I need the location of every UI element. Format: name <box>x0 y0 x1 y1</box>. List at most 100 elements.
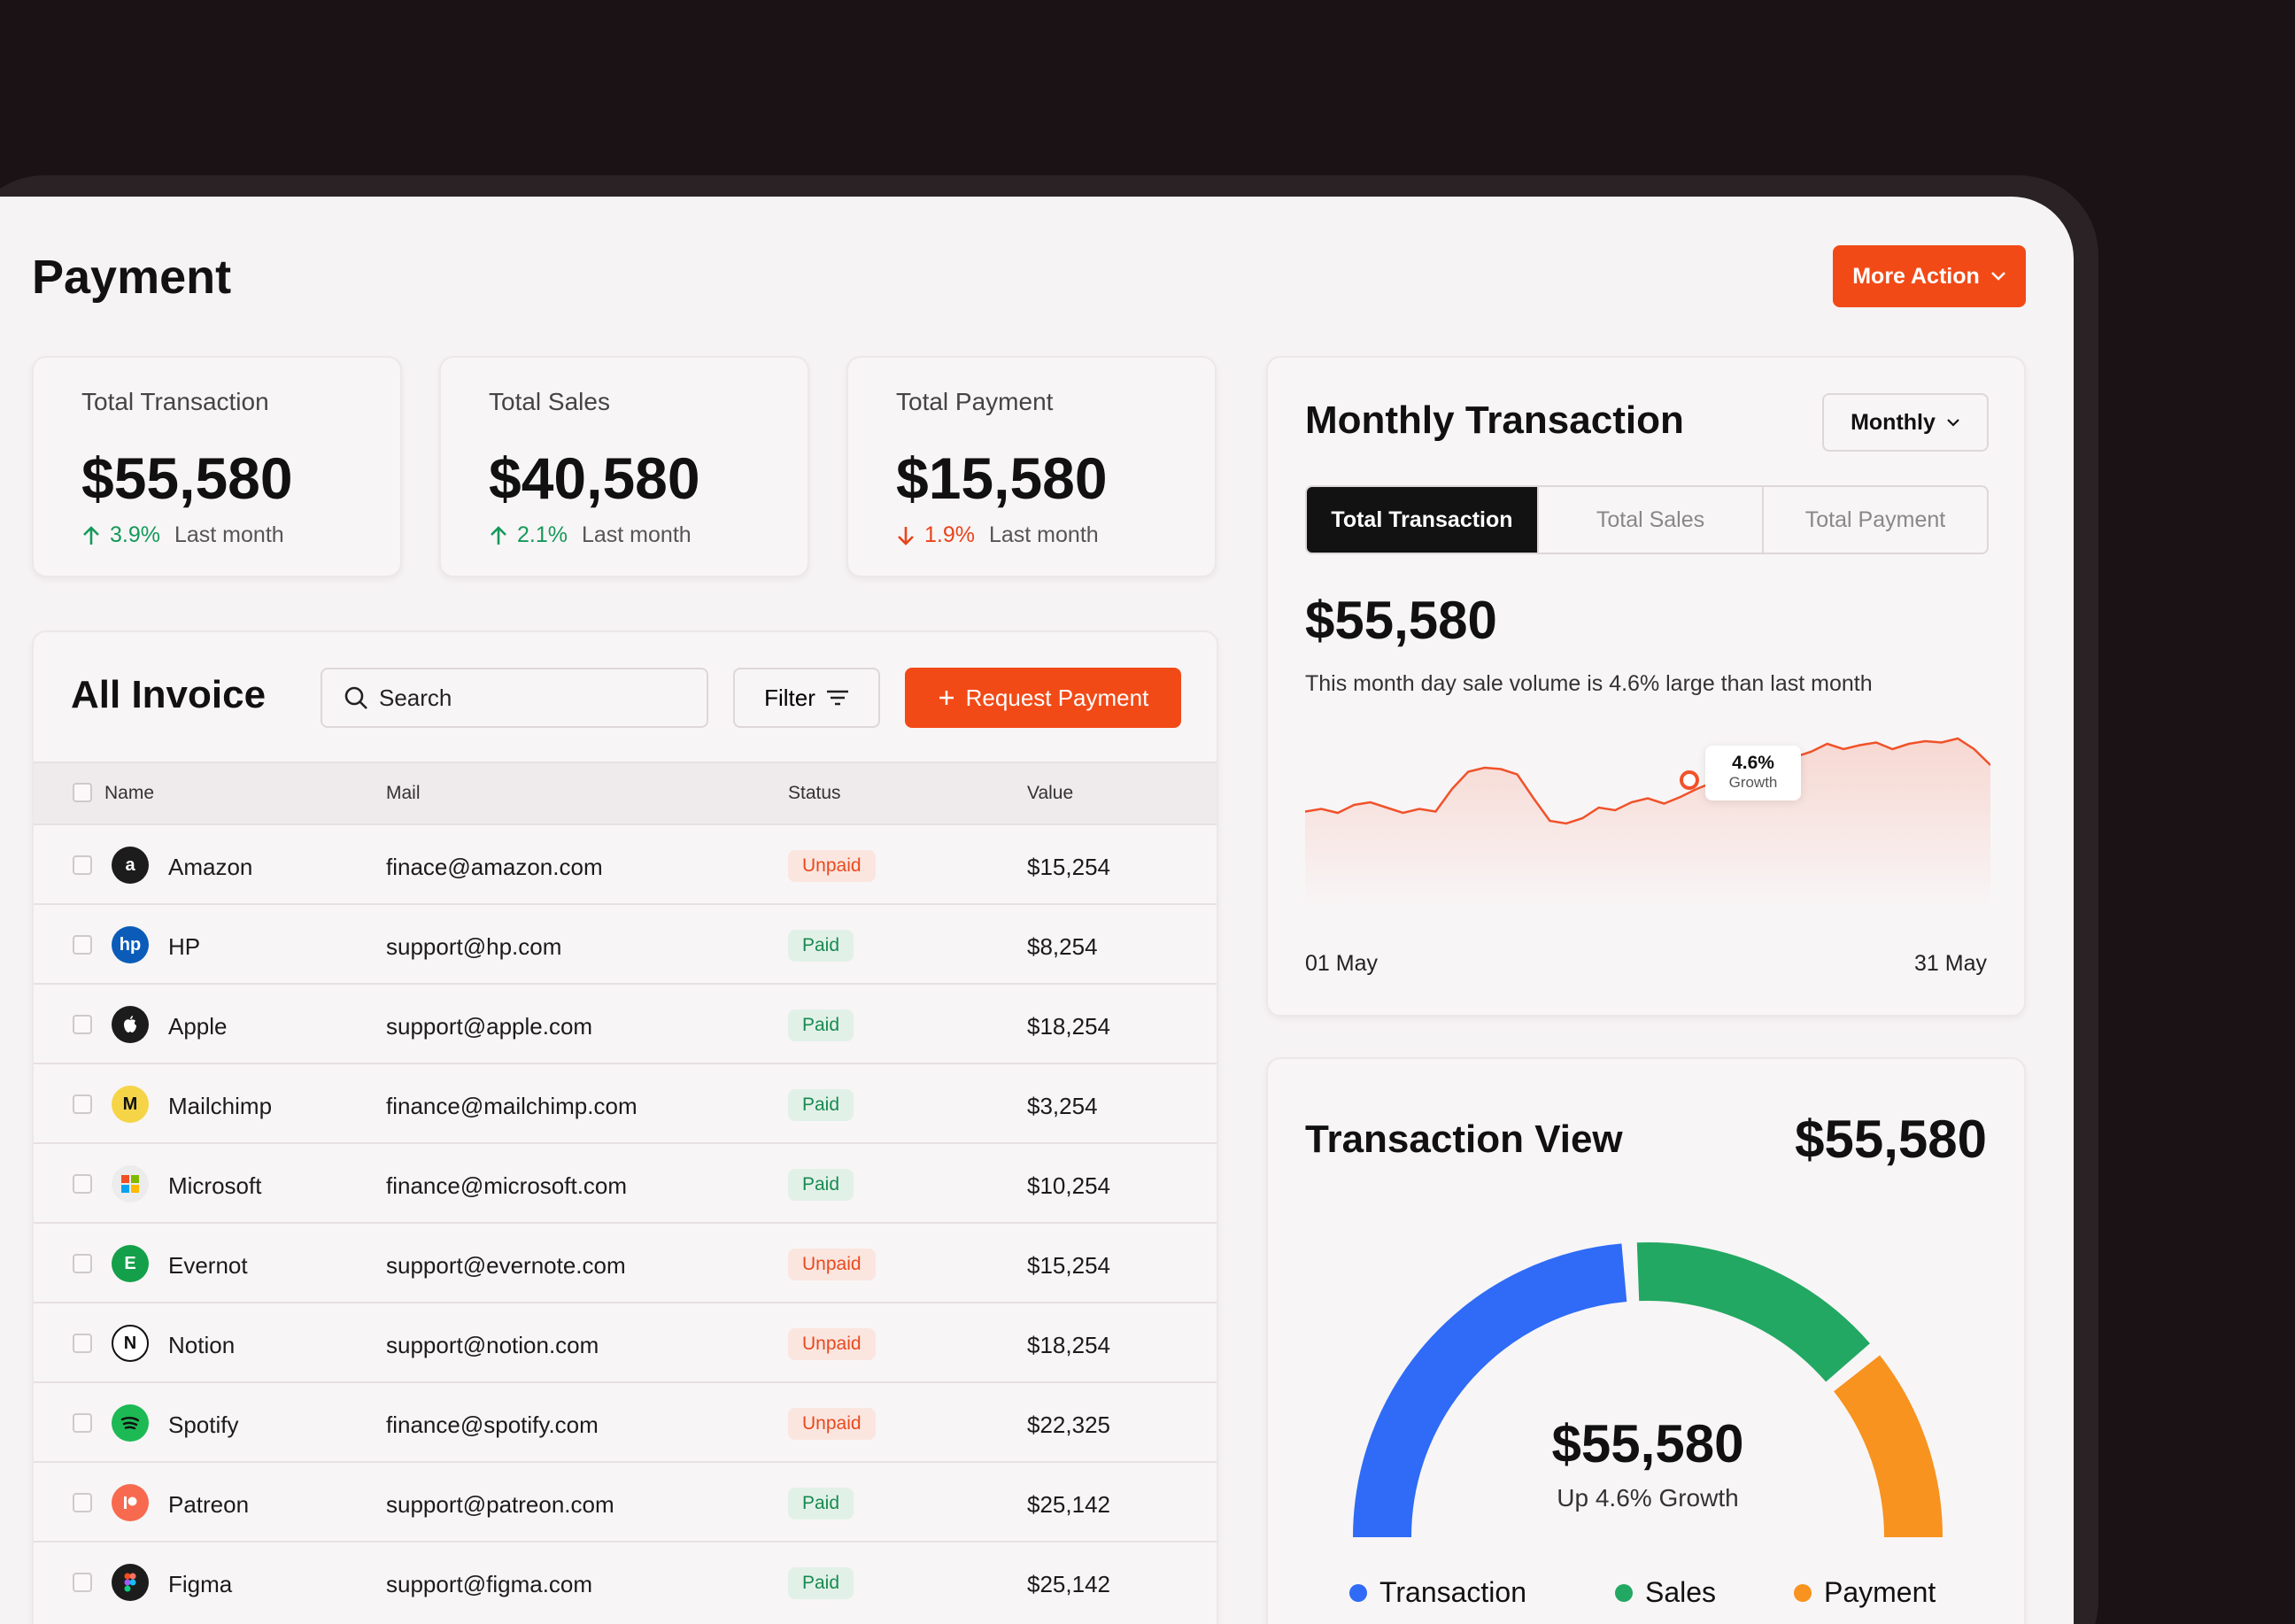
row-value: $15,254 <box>1027 854 1110 880</box>
row-checkbox[interactable] <box>73 1015 92 1034</box>
tooltip-label: Growth <box>1728 774 1778 791</box>
period-select-value: Monthly <box>1851 409 1936 435</box>
row-checkbox[interactable] <box>73 1334 92 1353</box>
row-value: $15,254 <box>1027 1252 1110 1279</box>
growth-tooltip: 4.6% Growth <box>1705 746 1801 800</box>
stat-label: Total Payment <box>896 388 1054 415</box>
row-value: $8,254 <box>1027 933 1098 960</box>
invoice-title: All Invoice <box>71 673 267 716</box>
legend-item-payment: Payment <box>1794 1576 1936 1609</box>
row-checkbox[interactable] <box>73 935 92 955</box>
row-checkbox[interactable] <box>73 1573 92 1592</box>
table-row[interactable]: N Notion support@notion.com Unpaid $18,254 <box>34 1302 1217 1381</box>
transaction-view-title: Transaction View <box>1305 1117 1623 1161</box>
filter-button[interactable]: Filter <box>733 668 880 728</box>
stat-label: Total Sales <box>489 388 610 415</box>
column-header-mail[interactable]: Mail <box>386 783 421 804</box>
status-badge: Unpaid <box>788 850 876 882</box>
search-icon <box>344 686 367 709</box>
row-checkbox[interactable] <box>73 1413 92 1433</box>
area-chart-fill <box>1305 739 1990 907</box>
row-value: $3,254 <box>1027 1093 1098 1119</box>
growth-marker[interactable] <box>1680 770 1699 790</box>
status-badge: Unpaid <box>788 1408 876 1440</box>
row-value: $18,254 <box>1027 1332 1110 1358</box>
table-row[interactable]: Spotify finance@spotify.com Unpaid $22,325 <box>34 1381 1217 1461</box>
row-value: $22,325 <box>1027 1411 1110 1438</box>
stat-delta: 3.9% Last month <box>81 522 284 548</box>
row-checkbox[interactable] <box>73 1174 92 1194</box>
column-header-name[interactable]: Name <box>104 783 154 804</box>
tab-total-sales[interactable]: Total Sales <box>1537 487 1762 553</box>
stat-delta: 2.1% Last month <box>489 522 692 548</box>
stat-delta: 1.9% Last month <box>896 522 1099 548</box>
stat-label: Total Transaction <box>81 388 269 415</box>
search-input[interactable]: Search <box>321 668 708 728</box>
row-mail: support@apple.com <box>386 1013 593 1040</box>
app-screen: Payment More Action Total Transaction $5… <box>0 197 2074 1624</box>
tab-total-transaction[interactable]: Total Transaction <box>1307 487 1537 553</box>
row-mail: support@notion.com <box>386 1332 599 1358</box>
table-row[interactable]: Microsoft finance@microsoft.com Paid $10,25… <box>34 1142 1217 1222</box>
column-header-status[interactable]: Status <box>788 783 841 804</box>
apple-logo-icon <box>112 1006 149 1043</box>
table-row[interactable]: hp HP support@hp.com Paid $8,254 <box>34 903 1217 983</box>
table-row[interactable]: Apple support@apple.com Paid $18,254 <box>34 983 1217 1063</box>
chevron-down-icon <box>1947 419 1959 427</box>
stat-card-total-transaction: Total Transaction $55,580 3.9% Last mont… <box>32 356 402 577</box>
stat-value: $55,580 <box>81 445 293 511</box>
row-checkbox[interactable] <box>73 1094 92 1114</box>
row-value: $18,254 <box>1027 1013 1110 1040</box>
status-badge: Paid <box>788 930 854 962</box>
legend-dot <box>1794 1583 1812 1602</box>
mailchimp-logo-icon: M <box>112 1086 149 1123</box>
filter-label: Filter <box>764 684 815 711</box>
stat-value: $40,580 <box>489 445 700 511</box>
column-header-value[interactable]: Value <box>1027 783 1073 804</box>
monthly-value: $55,580 <box>1305 591 1497 650</box>
transaction-view-total: $55,580 <box>1795 1110 1987 1169</box>
hp-logo-icon: hp <box>112 926 149 963</box>
status-badge: Unpaid <box>788 1328 876 1360</box>
row-mail: support@evernote.com <box>386 1252 626 1279</box>
row-mail: finance@mailchimp.com <box>386 1093 638 1119</box>
status-badge: Paid <box>788 1009 854 1041</box>
row-name: Evernot <box>168 1252 248 1279</box>
row-checkbox[interactable] <box>73 855 92 875</box>
table-row[interactable]: a Amazon finace@amazon.com Unpaid $15,254 <box>34 824 1217 903</box>
row-name: Apple <box>168 1013 228 1040</box>
table-row[interactable]: E Evernot support@evernote.com Unpaid $15,25… <box>34 1222 1217 1302</box>
stat-period: Last month <box>988 522 1099 547</box>
monthly-description: This month day sale volume is 4.6% large… <box>1305 671 1873 696</box>
period-select[interactable]: Monthly <box>1822 393 1989 452</box>
gauge-segment-sales[interactable] <box>1636 1242 1870 1382</box>
x-axis-end-label: 31 May <box>1914 951 1987 976</box>
legend-item-transaction: Transaction <box>1349 1576 1526 1609</box>
row-mail: support@hp.com <box>386 933 562 960</box>
more-action-button[interactable]: More Action <box>1833 245 2026 307</box>
tab-total-payment[interactable]: Total Payment <box>1762 487 1987 553</box>
status-badge: Paid <box>788 1089 854 1121</box>
status-badge: Paid <box>788 1567 854 1599</box>
x-axis-start-label: 01 May <box>1305 951 1378 976</box>
gauge-center-subtitle: Up 4.6% Growth <box>1557 1484 1739 1512</box>
row-name: Amazon <box>168 854 253 880</box>
chevron-down-icon <box>1990 272 2005 281</box>
table-header: Name Mail Status Value <box>34 762 1217 824</box>
status-badge: Paid <box>788 1488 854 1520</box>
status-badge: Unpaid <box>788 1249 876 1280</box>
request-payment-button[interactable]: Request Payment <box>905 668 1181 728</box>
row-checkbox[interactable] <box>73 1493 92 1512</box>
status-badge: Paid <box>788 1169 854 1201</box>
select-all-checkbox[interactable] <box>73 783 92 802</box>
row-checkbox[interactable] <box>73 1254 92 1273</box>
stat-card-total-payment: Total Payment $15,580 1.9% Last month <box>846 356 1217 577</box>
row-value: $10,254 <box>1027 1172 1110 1199</box>
row-name: Patreon <box>168 1491 250 1518</box>
table-row[interactable]: Patreon support@patreon.com Paid $25,142 <box>34 1461 1217 1541</box>
table-row[interactable]: Figma support@figma.com Paid $25,142 <box>34 1541 1217 1620</box>
arrow-down-icon <box>898 526 914 545</box>
row-mail: finance@microsoft.com <box>386 1172 628 1199</box>
legend-dot <box>1349 1583 1367 1602</box>
table-row[interactable]: M Mailchimp finance@mailchimp.com Paid $3,25… <box>34 1063 1217 1142</box>
